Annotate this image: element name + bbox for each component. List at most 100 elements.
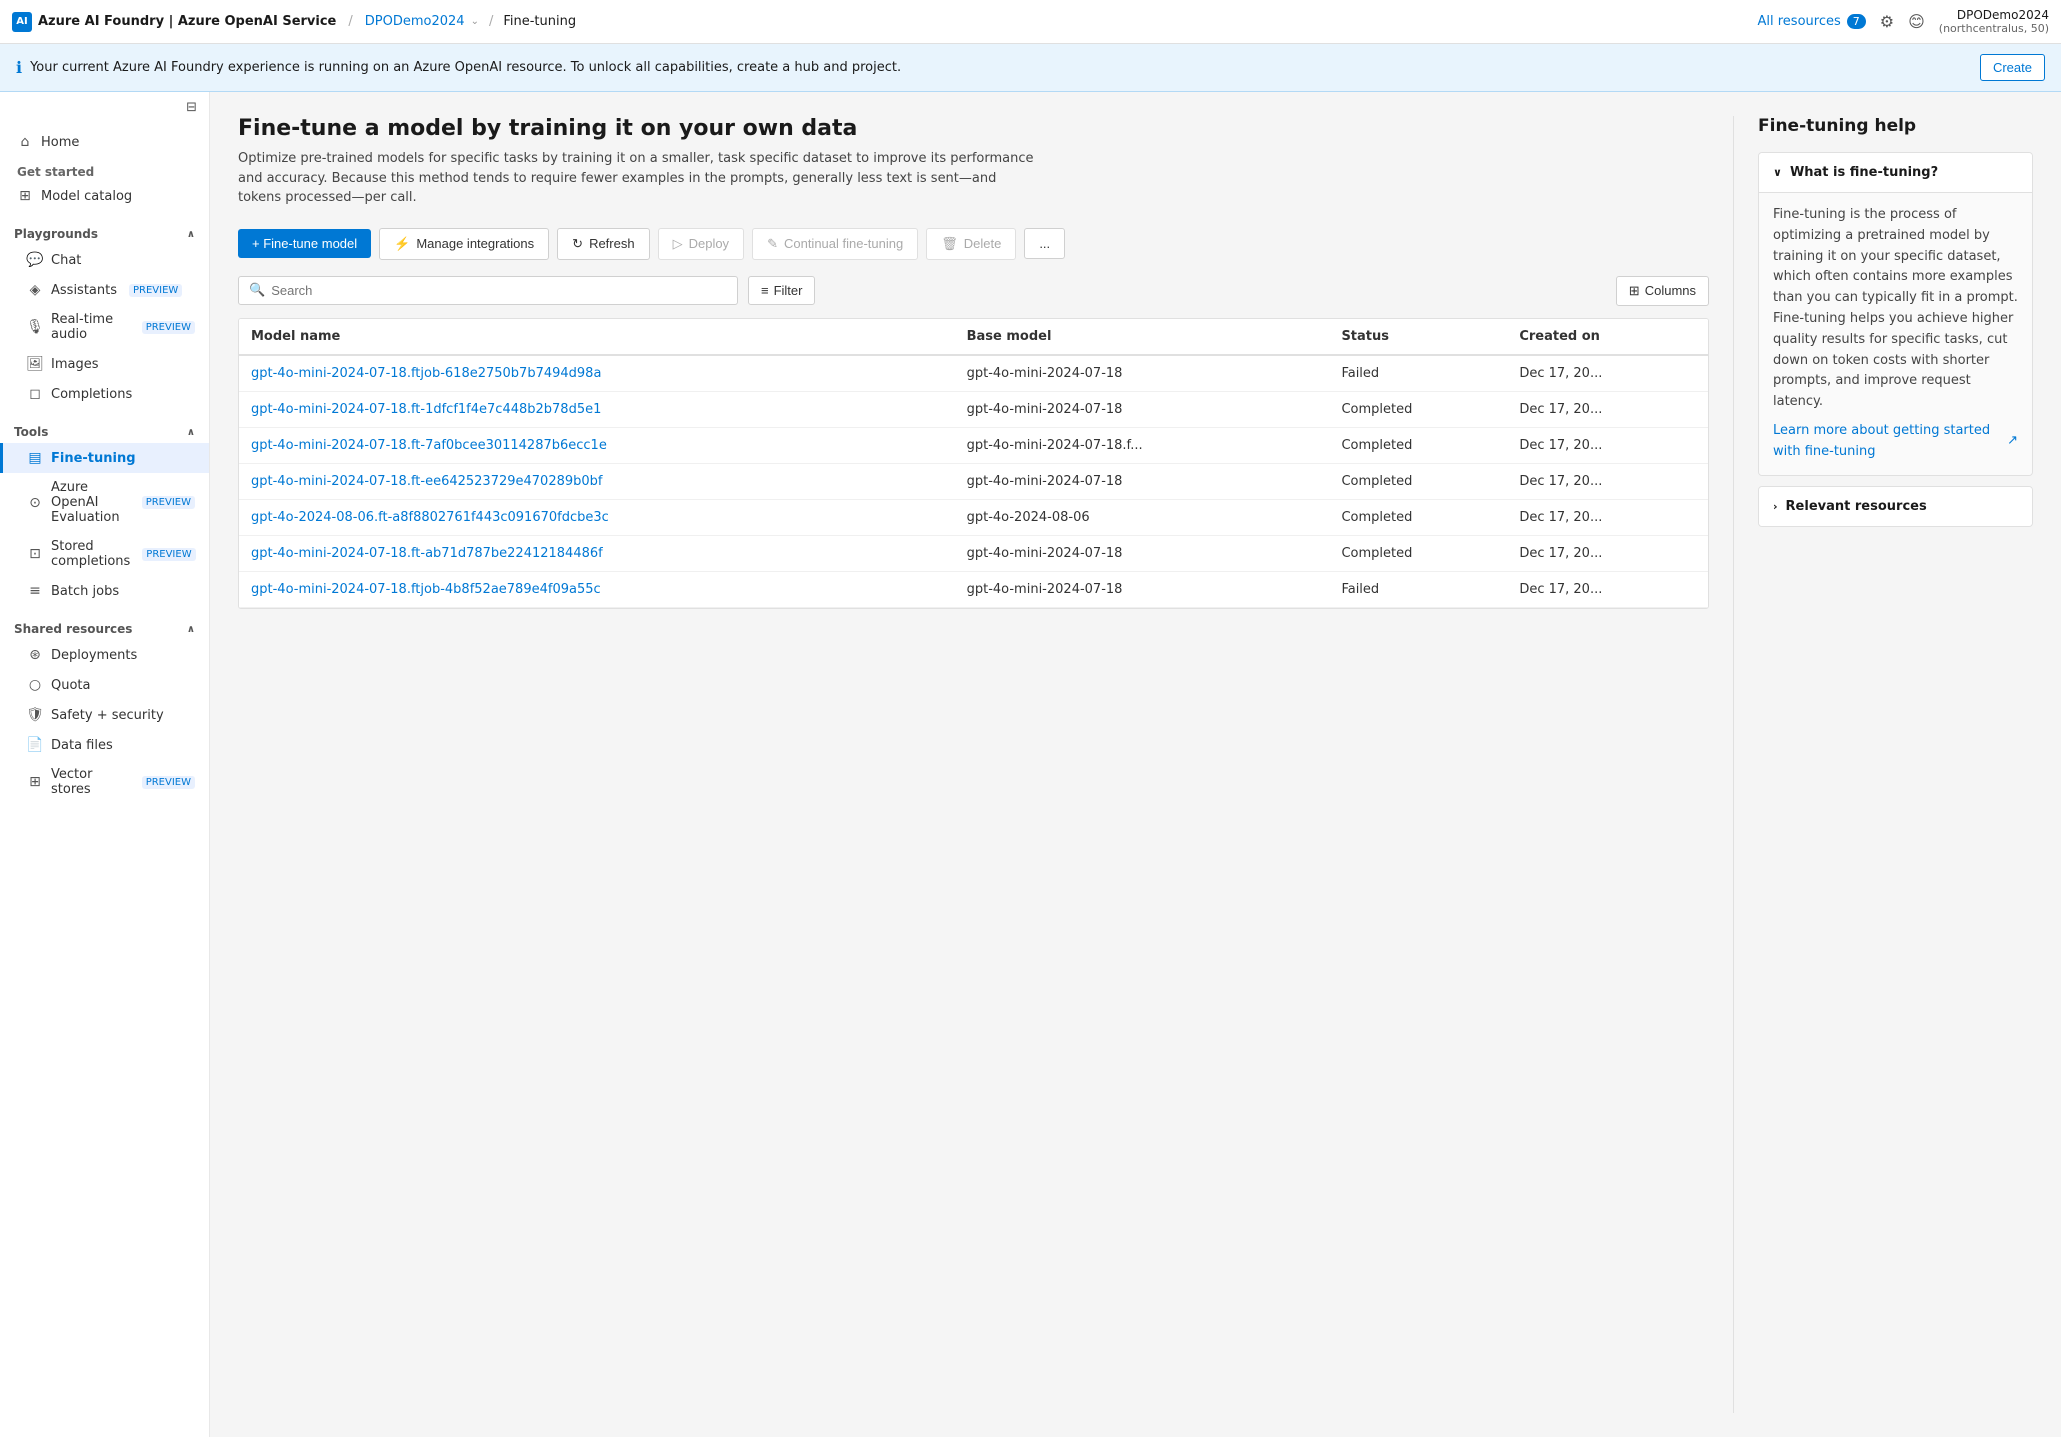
cell-created-on: Dec 17, 20... xyxy=(1507,535,1708,571)
cell-created-on: Dec 17, 20... xyxy=(1507,499,1708,535)
model-name-link[interactable]: gpt-4o-mini-2024-07-18.ftjob-618e2750b7b… xyxy=(251,366,601,381)
col-status: Status xyxy=(1329,319,1507,355)
columns-button[interactable]: ⊞ Columns xyxy=(1616,276,1709,306)
refresh-button[interactable]: ↻ Refresh xyxy=(557,228,649,260)
cell-status: Completed xyxy=(1329,535,1507,571)
breadcrumb-workspace[interactable]: DPODemo2024 xyxy=(365,14,465,29)
playgrounds-header[interactable]: Playgrounds ∧ xyxy=(0,219,209,245)
sidebar-item-stored-completions[interactable]: ⊡ Stored completions PREVIEW xyxy=(0,532,209,576)
model-name-link[interactable]: gpt-4o-mini-2024-07-18.ft-7af0bcee301142… xyxy=(251,438,607,453)
more-button[interactable]: ... xyxy=(1024,228,1065,259)
create-button[interactable]: Create xyxy=(1980,54,2045,81)
sidebar-item-model-catalog[interactable]: ⊞ Model catalog xyxy=(0,181,209,211)
model-name-link[interactable]: gpt-4o-mini-2024-07-18.ft-1dfcf1f4e7c448… xyxy=(251,402,601,417)
fine-tuning-icon: ▤ xyxy=(27,450,43,466)
breadcrumb-current: Fine-tuning xyxy=(503,14,576,29)
sidebar-item-azure-openai-eval[interactable]: ⊙ Azure OpenAI Evaluation PREVIEW xyxy=(0,473,209,532)
topbar: AI Azure AI Foundry | Azure OpenAI Servi… xyxy=(0,0,2061,44)
chat-icon: 💬 xyxy=(27,252,43,268)
all-resources-button[interactable]: All resources 7 xyxy=(1758,14,1866,29)
help-section-what-is: ∨ What is fine-tuning? Fine-tuning is th… xyxy=(1758,152,2033,476)
home-icon: ⌂ xyxy=(17,134,33,150)
quota-icon: ○ xyxy=(27,677,43,693)
toolbar: + Fine-tune model ⚡ Manage integrations … xyxy=(238,228,1709,260)
col-base-model: Base model xyxy=(955,319,1330,355)
external-link-icon: ↗ xyxy=(2007,431,2018,452)
cell-created-on: Dec 17, 20... xyxy=(1507,355,1708,392)
sidebar-section-home: ⌂ Home Get started ⊞ Model catalog xyxy=(0,123,209,215)
search-input[interactable] xyxy=(271,283,727,298)
cell-status: Completed xyxy=(1329,463,1507,499)
help-section-what-is-label: What is fine-tuning? xyxy=(1790,165,1938,180)
sidebar-item-deployments[interactable]: ⊛ Deployments xyxy=(0,640,209,670)
table-row: gpt-4o-mini-2024-07-18.ft-ee642523729e47… xyxy=(239,463,1708,499)
sidebar-home-label: Home xyxy=(41,135,79,150)
columns-icon: ⊞ xyxy=(1629,283,1640,299)
help-section-what-is-text: Fine-tuning is the process of optimizing… xyxy=(1773,207,2018,409)
fine-tuning-table: Model name Base model Status Created on … xyxy=(239,319,1708,608)
app-logo: AI Azure AI Foundry | Azure OpenAI Servi… xyxy=(12,12,336,32)
sidebar-item-fine-tuning[interactable]: ▤ Fine-tuning xyxy=(0,443,209,473)
tools-chevron: ∧ xyxy=(187,427,195,438)
content-area: Fine-tune a model by training it on your… xyxy=(210,92,2061,1437)
completions-icon: ◻ xyxy=(27,386,43,402)
cell-model-name: gpt-4o-mini-2024-07-18.ftjob-4b8f52ae789… xyxy=(239,571,955,607)
model-name-link[interactable]: gpt-4o-mini-2024-07-18.ft-ee642523729e47… xyxy=(251,474,603,489)
cell-base-model: gpt-4o-mini-2024-07-18 xyxy=(955,571,1330,607)
help-section-relevant-header[interactable]: › Relevant resources xyxy=(1759,487,2032,526)
sidebar-azure-openai-eval-label: Azure OpenAI Evaluation xyxy=(51,480,130,525)
sidebar-item-data-files[interactable]: 📄 Data files xyxy=(0,730,209,760)
help-panel-title: Fine-tuning help xyxy=(1758,116,2033,136)
deployments-icon: ⊛ xyxy=(27,647,43,663)
get-started-label: Get started xyxy=(17,165,94,179)
cell-base-model: gpt-4o-mini-2024-07-18 xyxy=(955,391,1330,427)
deploy-button[interactable]: ▷ Deploy xyxy=(658,228,744,260)
search-box[interactable]: 🔍 xyxy=(238,276,738,305)
cell-created-on: Dec 17, 20... xyxy=(1507,427,1708,463)
realtime-audio-icon: 🎙 xyxy=(27,319,43,335)
delete-icon: 🗑 xyxy=(941,236,958,252)
manage-integrations-button[interactable]: ⚡ Manage integrations xyxy=(379,228,549,260)
content-main: Fine-tune a model by training it on your… xyxy=(210,92,2061,1437)
model-name-link[interactable]: gpt-4o-mini-2024-07-18.ftjob-4b8f52ae789… xyxy=(251,582,601,597)
sidebar-data-files-label: Data files xyxy=(51,738,113,753)
sidebar-item-batch-jobs[interactable]: ≡ Batch jobs xyxy=(0,576,209,606)
fine-tune-model-button[interactable]: + Fine-tune model xyxy=(238,229,371,258)
settings-icon[interactable]: ⚙ xyxy=(1880,12,1894,31)
sidebar-item-home[interactable]: ⌂ Home xyxy=(0,127,209,157)
filter-icon: ≡ xyxy=(761,283,769,298)
sidebar-toggle[interactable]: ⊟ xyxy=(0,92,209,123)
sidebar-item-completions[interactable]: ◻ Completions xyxy=(0,379,209,409)
safety-icon: 🛡 xyxy=(27,707,43,723)
sidebar-item-quota[interactable]: ○ Quota xyxy=(0,670,209,700)
cell-created-on: Dec 17, 20... xyxy=(1507,571,1708,607)
assistants-preview: PREVIEW xyxy=(129,284,182,297)
help-section-what-is-header[interactable]: ∨ What is fine-tuning? xyxy=(1759,153,2032,192)
delete-button[interactable]: 🗑 Delete xyxy=(926,228,1016,260)
cell-base-model: gpt-4o-mini-2024-07-18.f... xyxy=(955,427,1330,463)
model-name-link[interactable]: gpt-4o-mini-2024-07-18.ft-ab71d787be2241… xyxy=(251,546,603,561)
continual-fine-tuning-button[interactable]: ✎ Continual fine-tuning xyxy=(752,228,918,260)
sidebar-item-realtime-audio[interactable]: 🎙 Real-time audio PREVIEW xyxy=(0,305,209,349)
help-section-chevron-down: ∨ xyxy=(1773,166,1782,179)
sidebar-item-safety-security[interactable]: 🛡 Safety + security xyxy=(0,700,209,730)
user-info[interactable]: DPODemo2024 (northcentralus, 50) xyxy=(1939,8,2049,35)
topbar-right: All resources 7 ⚙ 😊 DPODemo2024 (northce… xyxy=(1758,8,2050,35)
sidebar-quota-label: Quota xyxy=(51,678,91,693)
sidebar-item-images[interactable]: 🖼 Images xyxy=(0,349,209,379)
help-section-relevant: › Relevant resources xyxy=(1758,486,2033,527)
model-name-link[interactable]: gpt-4o-2024-08-06.ft-a8f8802761f443c0916… xyxy=(251,510,609,525)
shared-resources-header[interactable]: Shared resources ∧ xyxy=(0,614,209,640)
table-row: gpt-4o-mini-2024-07-18.ft-1dfcf1f4e7c448… xyxy=(239,391,1708,427)
cell-status: Failed xyxy=(1329,355,1507,392)
help-icon[interactable]: 😊 xyxy=(1908,12,1925,31)
sidebar-item-assistants[interactable]: ◈ Assistants PREVIEW xyxy=(0,275,209,305)
help-learn-more-link[interactable]: Learn more about getting started with fi… xyxy=(1773,421,2018,463)
filter-button[interactable]: ≡ Filter xyxy=(748,276,815,305)
sidebar: ⊟ ⌂ Home Get started ⊞ Model catalog Pla… xyxy=(0,92,210,1437)
sidebar-item-chat[interactable]: 💬 Chat xyxy=(0,245,209,275)
tools-header[interactable]: Tools ∧ xyxy=(0,417,209,443)
cell-model-name: gpt-4o-mini-2024-07-18.ft-1dfcf1f4e7c448… xyxy=(239,391,955,427)
sidebar-item-vector-stores[interactable]: ⊞ Vector stores PREVIEW xyxy=(0,760,209,804)
realtime-audio-preview: PREVIEW xyxy=(142,321,195,334)
